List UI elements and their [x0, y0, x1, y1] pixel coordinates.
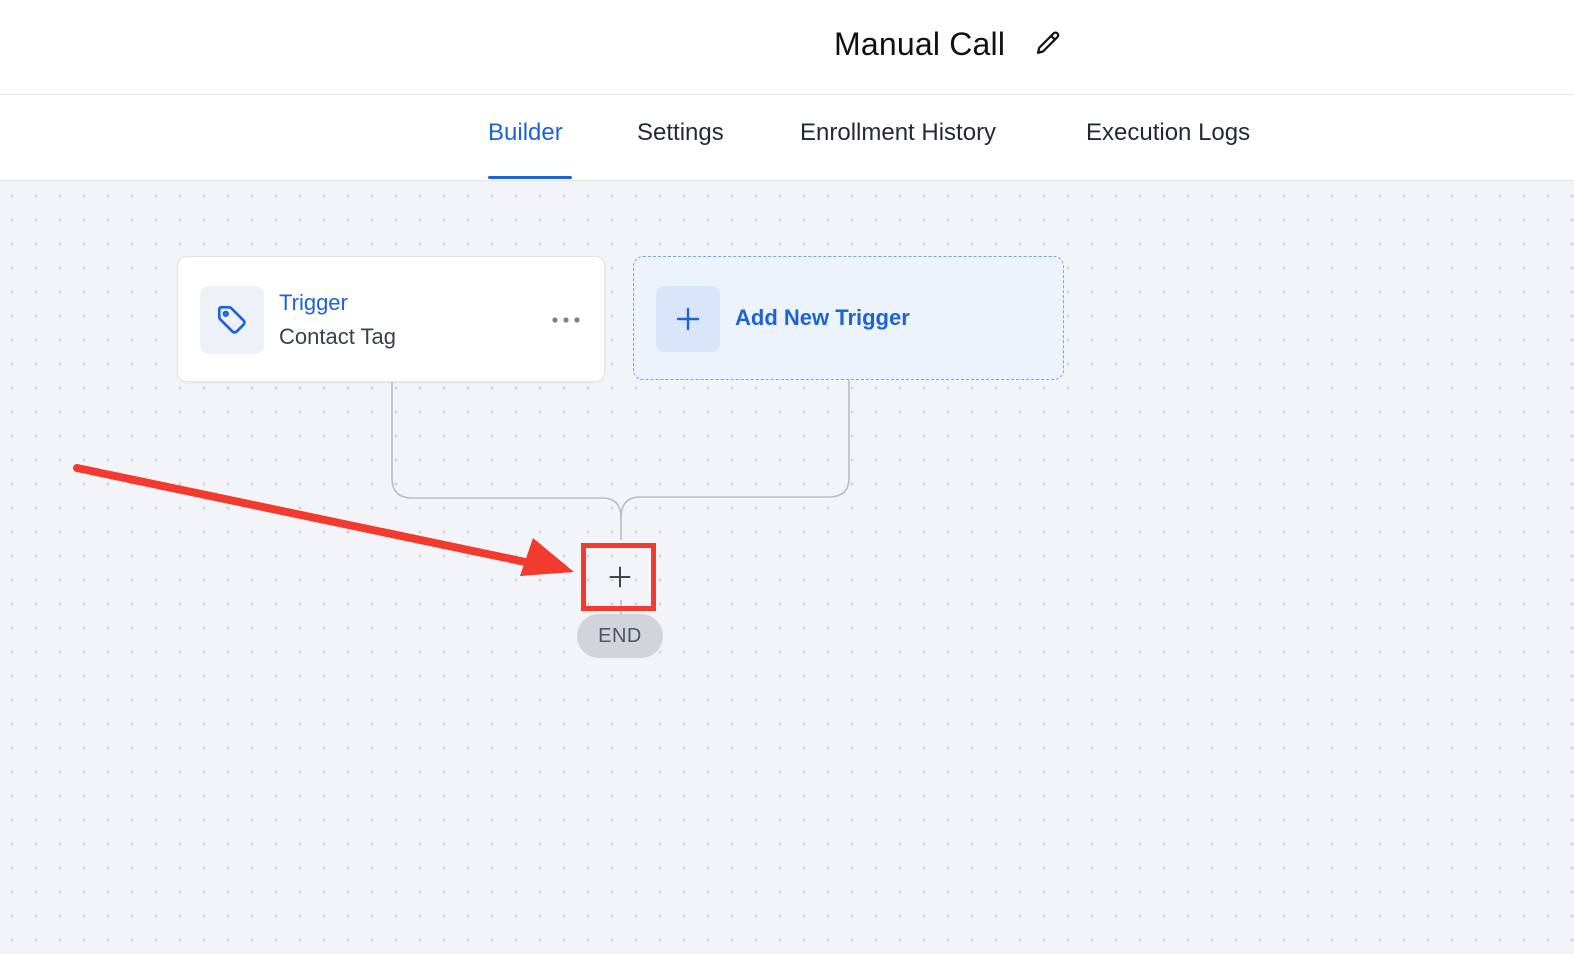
plus-icon: [676, 307, 700, 331]
page-title: Manual Call: [834, 25, 1006, 62]
pencil-icon[interactable]: [1033, 29, 1063, 59]
title-wrap: Manual Call: [834, 22, 1063, 66]
tab-bar: Builder Settings Enrollment History Exec…: [0, 95, 1574, 181]
tab-enrollment-history[interactable]: Enrollment History: [800, 119, 996, 147]
trigger-type: Contact Tag: [279, 324, 397, 349]
active-tab-indicator: [488, 176, 572, 179]
add-new-trigger-button[interactable]: Add New Trigger: [633, 256, 1064, 380]
page-header: Manual Call: [0, 0, 1574, 95]
more-horizontal-icon[interactable]: [548, 307, 584, 333]
end-node: END: [577, 614, 663, 658]
trigger-card[interactable]: Trigger Contact Tag: [177, 256, 605, 382]
trigger-icon-tile: [200, 286, 264, 354]
add-new-trigger-label: Add New Trigger: [735, 305, 910, 330]
add-trigger-icon-tile: [656, 286, 720, 352]
trigger-title: Trigger: [279, 290, 348, 315]
plus-icon: [609, 566, 631, 588]
tab-execution-logs[interactable]: Execution Logs: [1086, 119, 1250, 147]
tag-icon: [217, 305, 246, 334]
tab-builder[interactable]: Builder: [488, 119, 563, 147]
tab-settings[interactable]: Settings: [637, 119, 724, 147]
add-step-button[interactable]: [603, 560, 637, 594]
